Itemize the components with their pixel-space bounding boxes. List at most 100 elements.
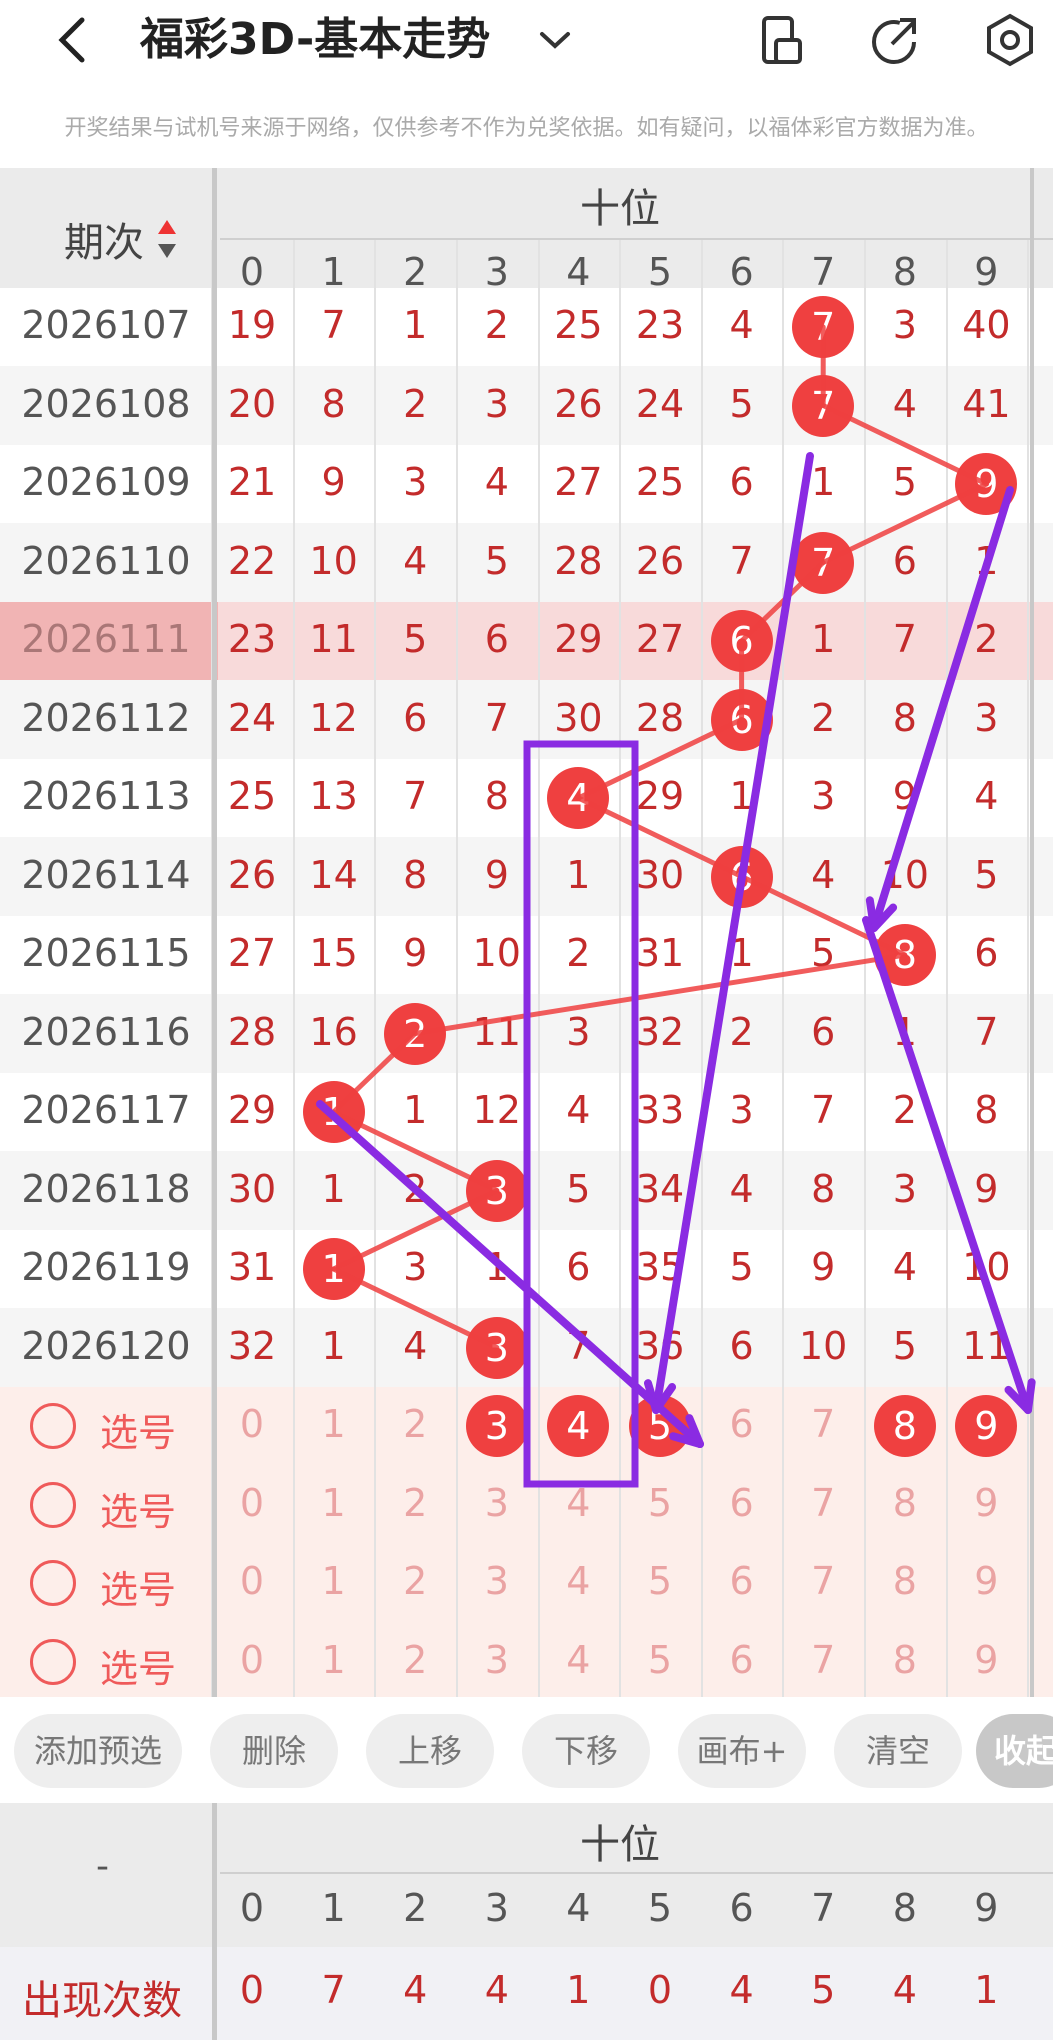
digit-header: 7 <box>811 1886 836 1930</box>
period-cell: 2026110 <box>21 538 191 583</box>
toolbar-button[interactable]: 画布+ <box>678 1714 806 1788</box>
pick-radio[interactable] <box>30 1560 76 1606</box>
grid-line <box>619 240 622 1701</box>
miss-count-cell: 9 <box>811 1245 836 1289</box>
period-header[interactable]: 期次 <box>64 210 144 268</box>
pick-number[interactable]: 6 <box>702 1638 782 1682</box>
miss-count-cell: 7 <box>974 1009 999 1054</box>
pick-radio[interactable] <box>30 1481 76 1528</box>
share-icon[interactable] <box>866 10 926 70</box>
selected-pick-ball[interactable]: 3 <box>465 1395 528 1457</box>
pick-number[interactable]: 9 <box>946 1481 1026 1525</box>
miss-count-cell: 1 <box>892 1009 917 1054</box>
toolbar-button[interactable]: 上移 <box>366 1714 494 1788</box>
toolbar-button[interactable]: 下移 <box>522 1714 650 1788</box>
chevron-down-icon[interactable] <box>530 14 580 64</box>
digit-header: 9 <box>974 1886 999 1930</box>
pick-number[interactable]: 2 <box>375 1402 455 1446</box>
miss-count-cell: 41 <box>962 381 1011 426</box>
selected-pick-ball[interactable]: 9 <box>955 1395 1018 1457</box>
pick-number[interactable]: 0 <box>212 1402 292 1446</box>
pick-number[interactable]: 1 <box>294 1559 374 1603</box>
miss-count-cell: 3 <box>484 381 509 426</box>
pick-number[interactable]: 4 <box>538 1559 618 1603</box>
pick-number[interactable]: 7 <box>783 1559 863 1603</box>
pick-number[interactable]: 1 <box>294 1638 374 1682</box>
miss-count-cell: 1 <box>321 1323 346 1368</box>
miss-count-cell: 3 <box>403 460 428 504</box>
pick-number[interactable]: 6 <box>702 1481 782 1525</box>
period-cell: 2026118 <box>21 1166 191 1211</box>
pick-number[interactable]: 4 <box>538 1481 618 1525</box>
toolbar-button[interactable]: 收起 <box>976 1714 1053 1788</box>
miss-count-cell: 6 <box>974 931 999 975</box>
miss-count-cell: 4 <box>892 381 917 426</box>
pick-row-label[interactable]: 选号 <box>100 1481 176 1536</box>
miss-count-cell: 32 <box>227 1323 277 1368</box>
draw-ball: 1 <box>302 1081 365 1143</box>
pick-number[interactable]: 4 <box>538 1638 618 1682</box>
selected-pick-ball[interactable]: 8 <box>873 1395 936 1457</box>
pick-number[interactable]: 5 <box>620 1638 700 1682</box>
miss-count-cell: 5 <box>811 931 836 975</box>
pick-number[interactable]: 9 <box>946 1638 1026 1682</box>
miss-count-cell: 30 <box>635 852 685 897</box>
pick-number[interactable]: 2 <box>375 1481 455 1525</box>
miss-count-cell: 4 <box>729 1166 754 1211</box>
settings-gear-icon[interactable] <box>980 10 1040 70</box>
pick-number[interactable]: 0 <box>212 1638 292 1682</box>
pick-number[interactable]: 5 <box>620 1481 700 1525</box>
draw-ball: 3 <box>465 1316 528 1379</box>
pick-radio[interactable] <box>30 1638 76 1685</box>
grid-line <box>1027 240 1030 1701</box>
pick-number[interactable]: 8 <box>865 1481 945 1525</box>
pick-number[interactable]: 7 <box>783 1481 863 1525</box>
pick-number[interactable]: 8 <box>865 1559 945 1603</box>
pick-number[interactable]: 7 <box>783 1638 863 1682</box>
miss-count-cell: 12 <box>472 1088 521 1132</box>
pick-radio[interactable] <box>30 1403 76 1449</box>
miss-count-cell: 19 <box>227 303 277 347</box>
miss-count-cell: 28 <box>635 695 685 740</box>
period-cell: 2026111 <box>21 617 191 661</box>
pick-row-label[interactable]: 选号 <box>100 1402 176 1457</box>
back-arrow-icon[interactable] <box>50 10 100 70</box>
header-divider <box>220 1872 1053 1874</box>
pick-number[interactable]: 8 <box>865 1638 945 1682</box>
pick-row-label[interactable]: 选号 <box>100 1638 176 1693</box>
digit-header: 1 <box>321 1886 346 1930</box>
grid-line <box>456 240 458 1701</box>
pick-number[interactable]: 6 <box>702 1402 782 1446</box>
miss-count-cell: 8 <box>403 852 428 897</box>
pick-number[interactable]: 6 <box>702 1559 782 1603</box>
pick-number[interactable]: 7 <box>783 1402 863 1446</box>
pick-number[interactable]: 0 <box>212 1481 292 1525</box>
miss-count-cell: 3 <box>974 695 999 740</box>
pick-number[interactable]: 0 <box>212 1559 292 1603</box>
pick-number[interactable]: 3 <box>457 1559 537 1603</box>
pick-number[interactable]: 2 <box>375 1638 455 1682</box>
appearance-count: 0 <box>647 1968 673 2012</box>
stats-column-divider <box>212 1803 217 2040</box>
sort-icon[interactable] <box>156 218 178 262</box>
miss-count-cell: 3 <box>811 774 836 818</box>
pick-number[interactable]: 9 <box>946 1559 1026 1603</box>
selected-pick-ball[interactable]: 4 <box>547 1395 610 1457</box>
digit-header: 2 <box>403 1886 428 1930</box>
rotate-device-icon[interactable] <box>752 10 812 70</box>
pick-number[interactable]: 1 <box>294 1402 374 1446</box>
pick-row-label[interactable]: 选号 <box>100 1559 176 1614</box>
pick-number[interactable]: 3 <box>457 1638 537 1682</box>
top-bar: 福彩3D-基本走势 <box>0 0 1053 80</box>
miss-count-cell: 1 <box>321 1166 346 1211</box>
toolbar-button[interactable]: 删除 <box>210 1714 338 1788</box>
pick-number[interactable]: 5 <box>620 1559 700 1603</box>
toolbar-button[interactable]: 添加预选 <box>14 1714 182 1788</box>
pick-number[interactable]: 1 <box>294 1481 374 1525</box>
selected-pick-ball[interactable]: 5 <box>629 1395 691 1457</box>
pick-number[interactable]: 3 <box>457 1481 537 1525</box>
pick-number[interactable]: 2 <box>375 1559 455 1603</box>
appearance-count: 0 <box>239 1968 265 2012</box>
page-title[interactable]: 福彩3D-基本走势 <box>140 10 490 70</box>
toolbar-button[interactable]: 清空 <box>834 1714 962 1788</box>
